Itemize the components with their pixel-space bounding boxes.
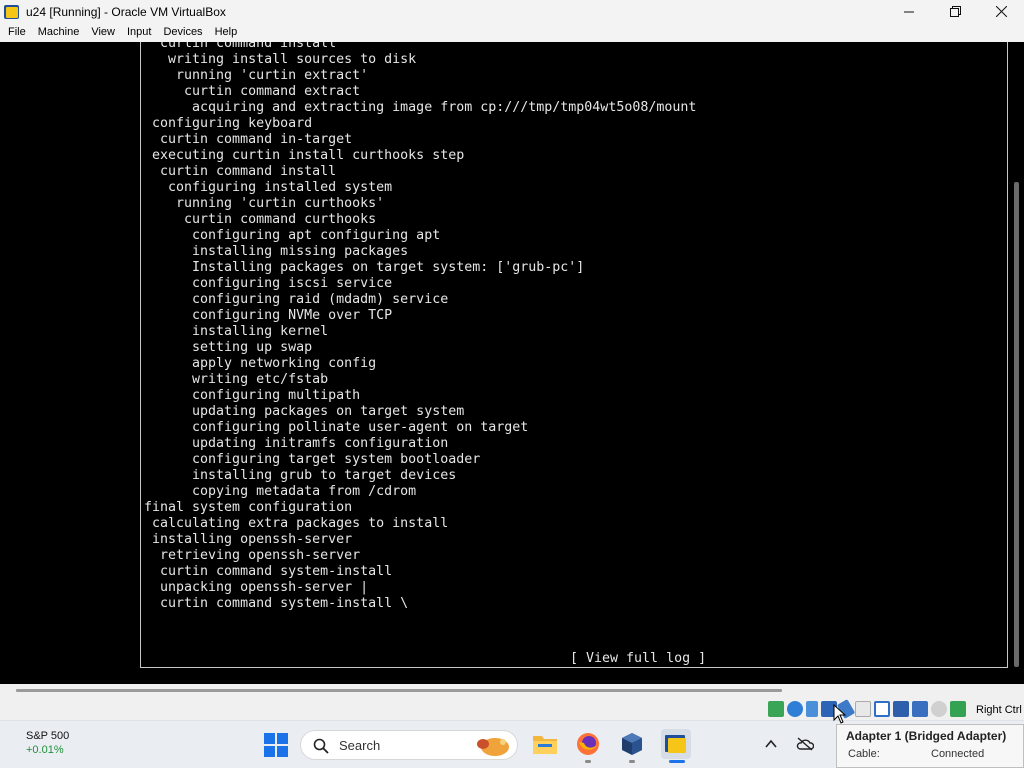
optical-drive-icon[interactable] xyxy=(787,701,803,717)
restore-icon xyxy=(949,6,961,17)
log-line: setting up swap xyxy=(144,340,313,355)
firefox-icon xyxy=(577,733,599,755)
vm-display[interactable]: curtin command install writing install s… xyxy=(0,42,1024,684)
log-line: curtin command install xyxy=(144,164,337,179)
log-line: updating initramfs configuration xyxy=(144,436,449,451)
log-line: writing etc/fstab xyxy=(144,372,329,387)
log-line: apply networking config xyxy=(144,356,377,371)
virtualbox-manager-taskbar-icon[interactable] xyxy=(617,729,647,763)
log-line: installing openssh-server xyxy=(144,532,353,547)
widget-value: +0.01% xyxy=(26,744,64,756)
audio-icon[interactable] xyxy=(806,701,818,717)
tooltip-title: Adapter 1 (Bridged Adapter) xyxy=(846,729,1007,743)
log-line: curtin command curthooks xyxy=(144,212,377,227)
title-bar[interactable]: u24 [Running] - Oracle VM VirtualBox xyxy=(0,0,1024,23)
shared-folders-icon[interactable] xyxy=(855,701,871,717)
menu-input[interactable]: Input xyxy=(121,23,157,42)
firefox-taskbar-icon[interactable] xyxy=(573,729,603,763)
mouse-integration-icon[interactable] xyxy=(931,701,947,717)
widget-title: S&P 500 xyxy=(26,730,70,742)
log-line: writing install sources to disk xyxy=(144,52,417,67)
onedrive-cloud-icon[interactable] xyxy=(796,737,814,751)
taskbar-search[interactable]: Search xyxy=(300,730,518,760)
search-highlight-icon xyxy=(477,738,509,756)
search-icon xyxy=(313,738,329,754)
horizontal-scrollbar-thumb[interactable] xyxy=(16,689,782,692)
minimize-button[interactable] xyxy=(886,0,932,23)
log-line: Installing packages on target system: ['… xyxy=(144,260,585,275)
log-line: curtin command in-target xyxy=(144,132,353,147)
window-controls xyxy=(886,0,1024,23)
menu-devices[interactable]: Devices xyxy=(157,23,208,42)
file-explorer-taskbar-icon[interactable] xyxy=(530,729,560,759)
search-placeholder: Search xyxy=(339,738,381,753)
stock-widget[interactable]: S&P 500 +0.01% xyxy=(26,730,69,756)
log-line: calculating extra packages to install xyxy=(144,516,449,531)
log-line: acquiring and extracting image from cp:/… xyxy=(144,100,697,115)
log-line: curtin command install xyxy=(144,42,337,51)
log-line: curtin command system-install \ xyxy=(144,596,409,611)
close-icon xyxy=(995,6,1007,17)
running-indicator xyxy=(629,760,635,763)
menu-machine[interactable]: Machine xyxy=(32,23,86,42)
log-line: installing missing packages xyxy=(144,244,409,259)
tooltip-cable-label: Cable: xyxy=(848,748,880,760)
log-line: installing kernel xyxy=(144,324,329,339)
log-scrollbar-thumb[interactable] xyxy=(1014,182,1019,667)
hard-disk-icon[interactable] xyxy=(768,701,784,717)
log-line: configuring raid (mdadm) service xyxy=(144,292,449,307)
cpu-icon[interactable] xyxy=(912,701,928,717)
display-icon[interactable] xyxy=(874,701,890,717)
virtualbox-app-icon xyxy=(4,4,20,20)
log-line: copying metadata from /cdrom xyxy=(144,484,417,499)
folder-icon xyxy=(533,736,557,754)
log-line: configuring apt configuring apt xyxy=(144,228,441,243)
tooltip-cable-value: Connected xyxy=(931,748,985,760)
menu-view[interactable]: View xyxy=(85,23,121,42)
log-line: running 'curtin extract' xyxy=(144,68,369,83)
log-line: configuring keyboard xyxy=(144,116,313,131)
start-button[interactable] xyxy=(264,733,288,757)
log-line: configuring installed system xyxy=(144,180,393,195)
active-indicator xyxy=(669,760,685,763)
log-line: retrieving openssh-server xyxy=(144,548,361,563)
log-line: unpacking openssh-server | xyxy=(144,580,369,595)
log-line: configuring NVMe over TCP xyxy=(144,308,393,323)
log-line: final system configuration xyxy=(144,500,353,515)
log-line: installing grub to target devices xyxy=(144,468,457,483)
log-line: configuring pollinate user-agent on targ… xyxy=(144,420,529,435)
log-line: configuring iscsi service xyxy=(144,276,393,291)
host-key-label: Right Ctrl xyxy=(976,704,1022,716)
log-line: executing curtin install curthooks step xyxy=(144,148,465,163)
log-line: curtin command extract xyxy=(144,84,361,99)
network-adapter-tooltip: Adapter 1 (Bridged Adapter) Cable: Conne… xyxy=(836,724,1024,768)
view-full-log-button[interactable]: [ View full log ] xyxy=(570,651,706,666)
log-line: updating packages on target system xyxy=(144,404,465,419)
vm-window-icon xyxy=(665,735,686,753)
menu-help[interactable]: Help xyxy=(209,23,244,42)
install-log-panel: curtin command install writing install s… xyxy=(140,42,1008,668)
virtualbox-cube-icon xyxy=(622,733,642,755)
log-line: configuring multipath xyxy=(144,388,361,403)
log-line: curtin command system-install xyxy=(144,564,393,579)
host-key-icon[interactable] xyxy=(950,701,966,717)
virtualbox-vm-taskbar-icon[interactable] xyxy=(661,729,691,763)
menu-file[interactable]: File xyxy=(2,23,32,42)
maximize-button[interactable] xyxy=(932,0,978,23)
recording-icon[interactable] xyxy=(893,701,909,717)
running-indicator xyxy=(585,760,591,763)
vm-status-bar: Right Ctrl xyxy=(0,684,1024,720)
log-line: running 'curtin curthooks' xyxy=(144,196,385,211)
menu-bar: File Machine View Input Devices Help xyxy=(0,23,1024,42)
minimize-icon xyxy=(904,11,914,12)
log-line: configuring target system bootloader xyxy=(144,452,481,467)
install-log-text: curtin command install writing install s… xyxy=(144,42,696,612)
status-icons xyxy=(768,699,969,719)
window-title: u24 [Running] - Oracle VM VirtualBox xyxy=(26,4,226,19)
close-button[interactable] xyxy=(978,0,1024,23)
chevron-up-icon[interactable] xyxy=(764,737,778,751)
mouse-cursor-icon xyxy=(833,704,847,724)
